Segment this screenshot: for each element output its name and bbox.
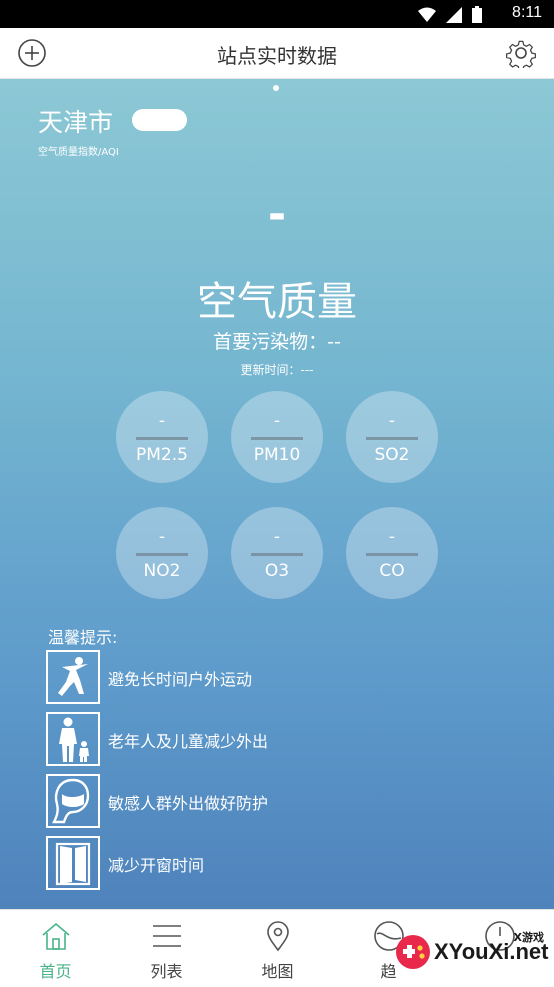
gear-icon[interactable] <box>506 38 536 68</box>
tip-item: 敏感人群外出做好防护 <box>46 774 466 828</box>
pollutant-circle-o3[interactable]: - O3 <box>231 507 323 599</box>
list-icon <box>153 925 181 947</box>
pollutant-name: PM2.5 <box>136 445 188 465</box>
page-title: 站点实时数据 <box>217 44 337 68</box>
watermark-logo: X游戏 XYouXi.net <box>388 925 554 977</box>
elder-child-icon <box>46 712 100 766</box>
pollutant-name: O3 <box>264 561 290 581</box>
window-icon <box>46 836 100 890</box>
pollutant-bar <box>366 553 418 556</box>
tip-item: 老年人及儿童减少外出 <box>46 712 466 766</box>
primary-pollutant: 首要污染物：-- <box>213 331 341 353</box>
pollutant-bar <box>251 437 303 440</box>
pollutant-value: - <box>388 411 396 431</box>
pollutant-value: - <box>158 527 166 547</box>
tip-text: 减少开窗时间 <box>108 856 205 875</box>
pollutant-value: - <box>273 527 281 547</box>
pollutant-circle-pm25[interactable]: - PM2.5 <box>116 391 208 483</box>
pollutant-name: SO2 <box>374 445 410 465</box>
pollutant-circle-no2[interactable]: - NO2 <box>116 507 208 599</box>
tips-title: 温馨提示: <box>48 628 118 647</box>
tab-label: 地图 <box>261 962 294 981</box>
signal-icon <box>446 6 462 23</box>
city-badge <box>132 109 187 131</box>
tip-item: 避免长时间户外运动 <box>46 650 466 704</box>
city-name[interactable]: 天津市 <box>38 103 113 139</box>
aqi-label: 空气质量指数/AQI <box>38 147 119 158</box>
pollutant-value: - <box>158 411 166 431</box>
main-panel[interactable]: 天津市 空气质量指数/AQI - 空气质量 首要污染物：-- 更新时间：--- … <box>0 79 554 909</box>
update-time: 更新时间：--- <box>240 363 314 377</box>
pollutant-bar <box>251 553 303 556</box>
tip-text: 避免长时间户外运动 <box>108 670 253 689</box>
gamepad-icon <box>396 935 430 969</box>
tab-label: 首页 <box>39 962 72 981</box>
battery-icon <box>472 6 482 23</box>
aqi-value: - <box>267 189 287 240</box>
pollutant-bar <box>136 553 188 556</box>
tip-item: 减少开窗时间 <box>46 836 466 890</box>
tip-text: 老年人及儿童减少外出 <box>108 732 269 751</box>
pollutant-value: - <box>388 527 396 547</box>
pollutant-name: CO <box>379 561 405 581</box>
status-icons <box>418 6 482 23</box>
tab-map[interactable]: 地图 <box>222 910 333 987</box>
pollutant-name: NO2 <box>143 561 181 581</box>
pollutant-circle-pm10[interactable]: - PM10 <box>231 391 323 483</box>
tip-text: 敏感人群外出做好防护 <box>108 794 269 813</box>
tab-list[interactable]: 列表 <box>111 910 222 987</box>
mask-face-icon <box>46 774 100 828</box>
running-person-icon <box>46 650 100 704</box>
air-quality-level: 空气质量 <box>197 279 357 325</box>
map-pin-icon <box>267 921 289 952</box>
pollutant-bar <box>366 437 418 440</box>
pollutant-circle-co[interactable]: - CO <box>346 507 438 599</box>
pollutant-name: PM10 <box>253 445 301 465</box>
status-bar: 8:11 <box>0 0 554 28</box>
pollutant-circle-so2[interactable]: - SO2 <box>346 391 438 483</box>
wifi-icon <box>418 7 436 22</box>
home-icon <box>42 922 70 950</box>
watermark-text: XYouXi.net <box>434 939 549 964</box>
tab-home[interactable]: 首页 <box>0 910 111 987</box>
tab-label: 列表 <box>150 962 183 981</box>
status-time: 8:11 <box>512 4 542 21</box>
pollutant-value: - <box>273 411 281 431</box>
app-bar: 站点实时数据 <box>0 28 554 79</box>
pollutant-bar <box>136 437 188 440</box>
page-indicator <box>273 85 279 91</box>
